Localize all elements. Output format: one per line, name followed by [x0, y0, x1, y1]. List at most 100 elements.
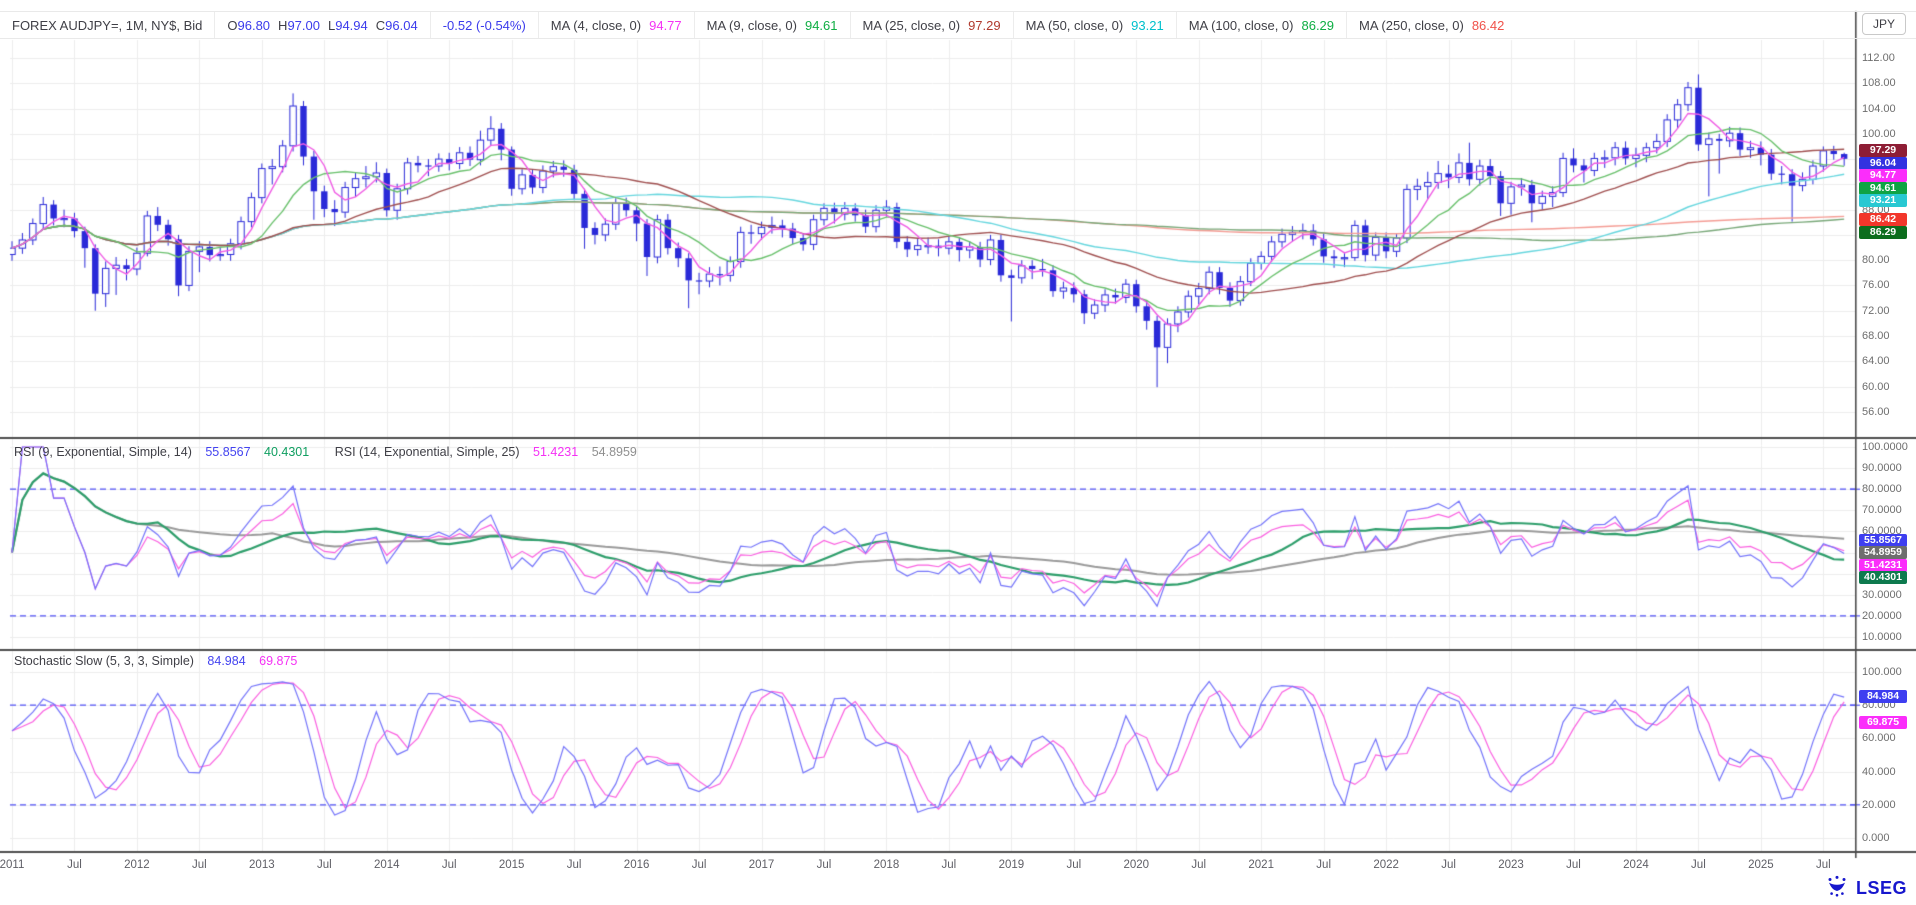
- ma25-value: 97.29: [968, 18, 1001, 33]
- last-value-label: 69.875: [1859, 716, 1907, 729]
- ma4-value: 94.77: [649, 18, 682, 33]
- time-axis-label: Jul: [1566, 859, 1581, 871]
- rsi9-label: RSI (9, Exponential, Simple, 14): [14, 445, 192, 459]
- time-axis-label: 2015: [499, 859, 525, 871]
- quote-bar: FOREX AUDJPY=, 1M, NY$, Bid O96.80 H97.0…: [0, 11, 1916, 39]
- time-axis-label: Jul: [942, 859, 957, 871]
- rsi9-value: 55.8567: [205, 445, 250, 459]
- time-axis-label: 2013: [249, 859, 275, 871]
- high-label: H: [278, 18, 287, 33]
- last-value-label: 84.984: [1859, 690, 1907, 703]
- last-value-label: 51.4231: [1859, 559, 1907, 572]
- time-axis-label: 2017: [749, 859, 775, 871]
- last-value-label: 93.21: [1859, 194, 1907, 207]
- close-readout: C96.04: [376, 18, 418, 33]
- rsi-legend[interactable]: RSI (9, Exponential, Simple, 14) 55.8567…: [14, 445, 637, 459]
- time-axis[interactable]: 2011 Jul 2012 Jul 2013 Jul 2014 Jul 2015 Jul 2016 J…: [0, 856, 1857, 878]
- last-value-label: 54.8959: [1859, 546, 1907, 559]
- rsi14-ma-value: 54.8959: [592, 445, 637, 459]
- stochastic-k-value: 84.984: [207, 654, 245, 668]
- ma100-label: MA (100, close, 0): [1189, 18, 1294, 33]
- axis-tick-label: 40.000: [1862, 766, 1896, 778]
- stochastic-legend[interactable]: Stochastic Slow (5, 3, 3, Simple) 84.984…: [14, 654, 297, 668]
- axis-tick-label: 64.00: [1862, 355, 1890, 367]
- time-axis-label: 2012: [124, 859, 150, 871]
- ma9-value: 94.61: [805, 18, 838, 33]
- ma-legend-100[interactable]: MA (100, close, 0) 86.29: [1177, 12, 1347, 38]
- axis-tick-label: 10.0000: [1862, 631, 1902, 643]
- ma9-label: MA (9, close, 0): [707, 18, 797, 33]
- ma4-label: MA (4, close, 0): [551, 18, 641, 33]
- last-value-label: 94.77: [1859, 169, 1907, 182]
- axis-tick-label: 72.00: [1862, 305, 1890, 317]
- open-label: O: [227, 18, 237, 33]
- time-axis-label: 2022: [1373, 859, 1399, 871]
- time-axis-label: Jul: [317, 859, 332, 871]
- axis-tick-label: 60.000: [1862, 732, 1896, 744]
- low-label: L: [328, 18, 335, 33]
- last-value-label: 96.04: [1859, 157, 1907, 170]
- axis-tick-label: 60.00: [1862, 381, 1890, 393]
- high-value: 97.00: [287, 18, 320, 33]
- axis-tick-label: 0.000: [1862, 832, 1890, 844]
- time-axis-label: 2019: [999, 859, 1025, 871]
- last-value-label: 55.8567: [1859, 534, 1907, 547]
- last-value-label: 94.61: [1859, 182, 1907, 195]
- axis-tick-label: 104.00: [1862, 103, 1896, 115]
- rsi14-value: 51.4231: [533, 445, 578, 459]
- axis-tick-label: 108.00: [1862, 77, 1896, 89]
- lseg-logo-text: LSEG: [1856, 878, 1907, 899]
- ma50-label: MA (50, close, 0): [1026, 18, 1124, 33]
- rsi9-ma-value: 40.4301: [264, 445, 309, 459]
- open-value: 96.80: [238, 18, 271, 33]
- axis-tick-label: 80.0000: [1862, 483, 1902, 495]
- symbol-title-label: FOREX AUDJPY=, 1M, NY$, Bid: [12, 18, 202, 33]
- time-axis-label: Jul: [567, 859, 582, 871]
- last-value-label: 86.42: [1859, 213, 1907, 226]
- rsi14-label: RSI (14, Exponential, Simple, 25): [335, 445, 520, 459]
- time-axis-label: 2011: [0, 859, 24, 871]
- currency-selector-button[interactable]: JPY: [1862, 13, 1906, 35]
- axis-tick-label: 56.00: [1862, 406, 1890, 418]
- ma100-value: 86.29: [1301, 18, 1334, 33]
- axis-tick-label: 76.00: [1862, 279, 1890, 291]
- axis-tick-label: 20.0000: [1862, 610, 1902, 622]
- change-readout: -0.52 (-0.54%): [431, 12, 539, 38]
- axis-tick-label: 20.000: [1862, 799, 1896, 811]
- axis-tick-label: 100.00: [1862, 128, 1896, 140]
- time-axis-label: 2025: [1748, 859, 1774, 871]
- close-label: C: [376, 18, 385, 33]
- low-value: 94.94: [335, 18, 368, 33]
- ma-legend-25[interactable]: MA (25, close, 0) 97.29: [851, 12, 1014, 38]
- ma50-value: 93.21: [1131, 18, 1164, 33]
- time-axis-label: 2018: [874, 859, 900, 871]
- stochastic-d-value: 69.875: [259, 654, 297, 668]
- lseg-logo: LSEG: [1825, 874, 1907, 903]
- axis-tick-label: 100.0000: [1862, 441, 1908, 453]
- ma-legend-50[interactable]: MA (50, close, 0) 93.21: [1014, 12, 1177, 38]
- low-readout: L94.94: [328, 18, 368, 33]
- close-value: 96.04: [385, 18, 418, 33]
- ma-legend-4[interactable]: MA (4, close, 0) 94.77: [539, 12, 695, 38]
- ma-legend-9[interactable]: MA (9, close, 0) 94.61: [695, 12, 851, 38]
- axis-tick-label: 30.0000: [1862, 589, 1902, 601]
- time-axis-label: Jul: [1691, 859, 1706, 871]
- last-value-label: 40.4301: [1859, 571, 1907, 584]
- ohlc-readout: O96.80 H97.00 L94.94 C96.04: [215, 12, 430, 38]
- axis-tick-label: 80.00: [1862, 254, 1890, 266]
- time-axis-label: Jul: [1066, 859, 1081, 871]
- lseg-crest-icon: [1825, 874, 1849, 903]
- price-axis[interactable]: 112.00108.00104.00100.0096.0092.0088.008…: [1859, 0, 1916, 905]
- ma25-label: MA (25, close, 0): [863, 18, 961, 33]
- time-axis-label: 2021: [1248, 859, 1274, 871]
- change-value: -0.52 (-0.54%): [443, 18, 526, 33]
- time-axis-label: 2014: [374, 859, 400, 871]
- time-axis-label: 2016: [624, 859, 650, 871]
- open-readout: O96.80: [227, 18, 270, 33]
- symbol-title[interactable]: FOREX AUDJPY=, 1M, NY$, Bid: [0, 12, 215, 38]
- ma250-value: 86.42: [1472, 18, 1505, 33]
- axis-tick-label: 100.000: [1862, 666, 1902, 678]
- chart-application: FOREX AUDJPY=, 1M, NY$, Bid O96.80 H97.0…: [0, 0, 1916, 905]
- ma-legend-250[interactable]: MA (250, close, 0) 86.42: [1347, 12, 1516, 38]
- time-axis-label: Jul: [692, 859, 707, 871]
